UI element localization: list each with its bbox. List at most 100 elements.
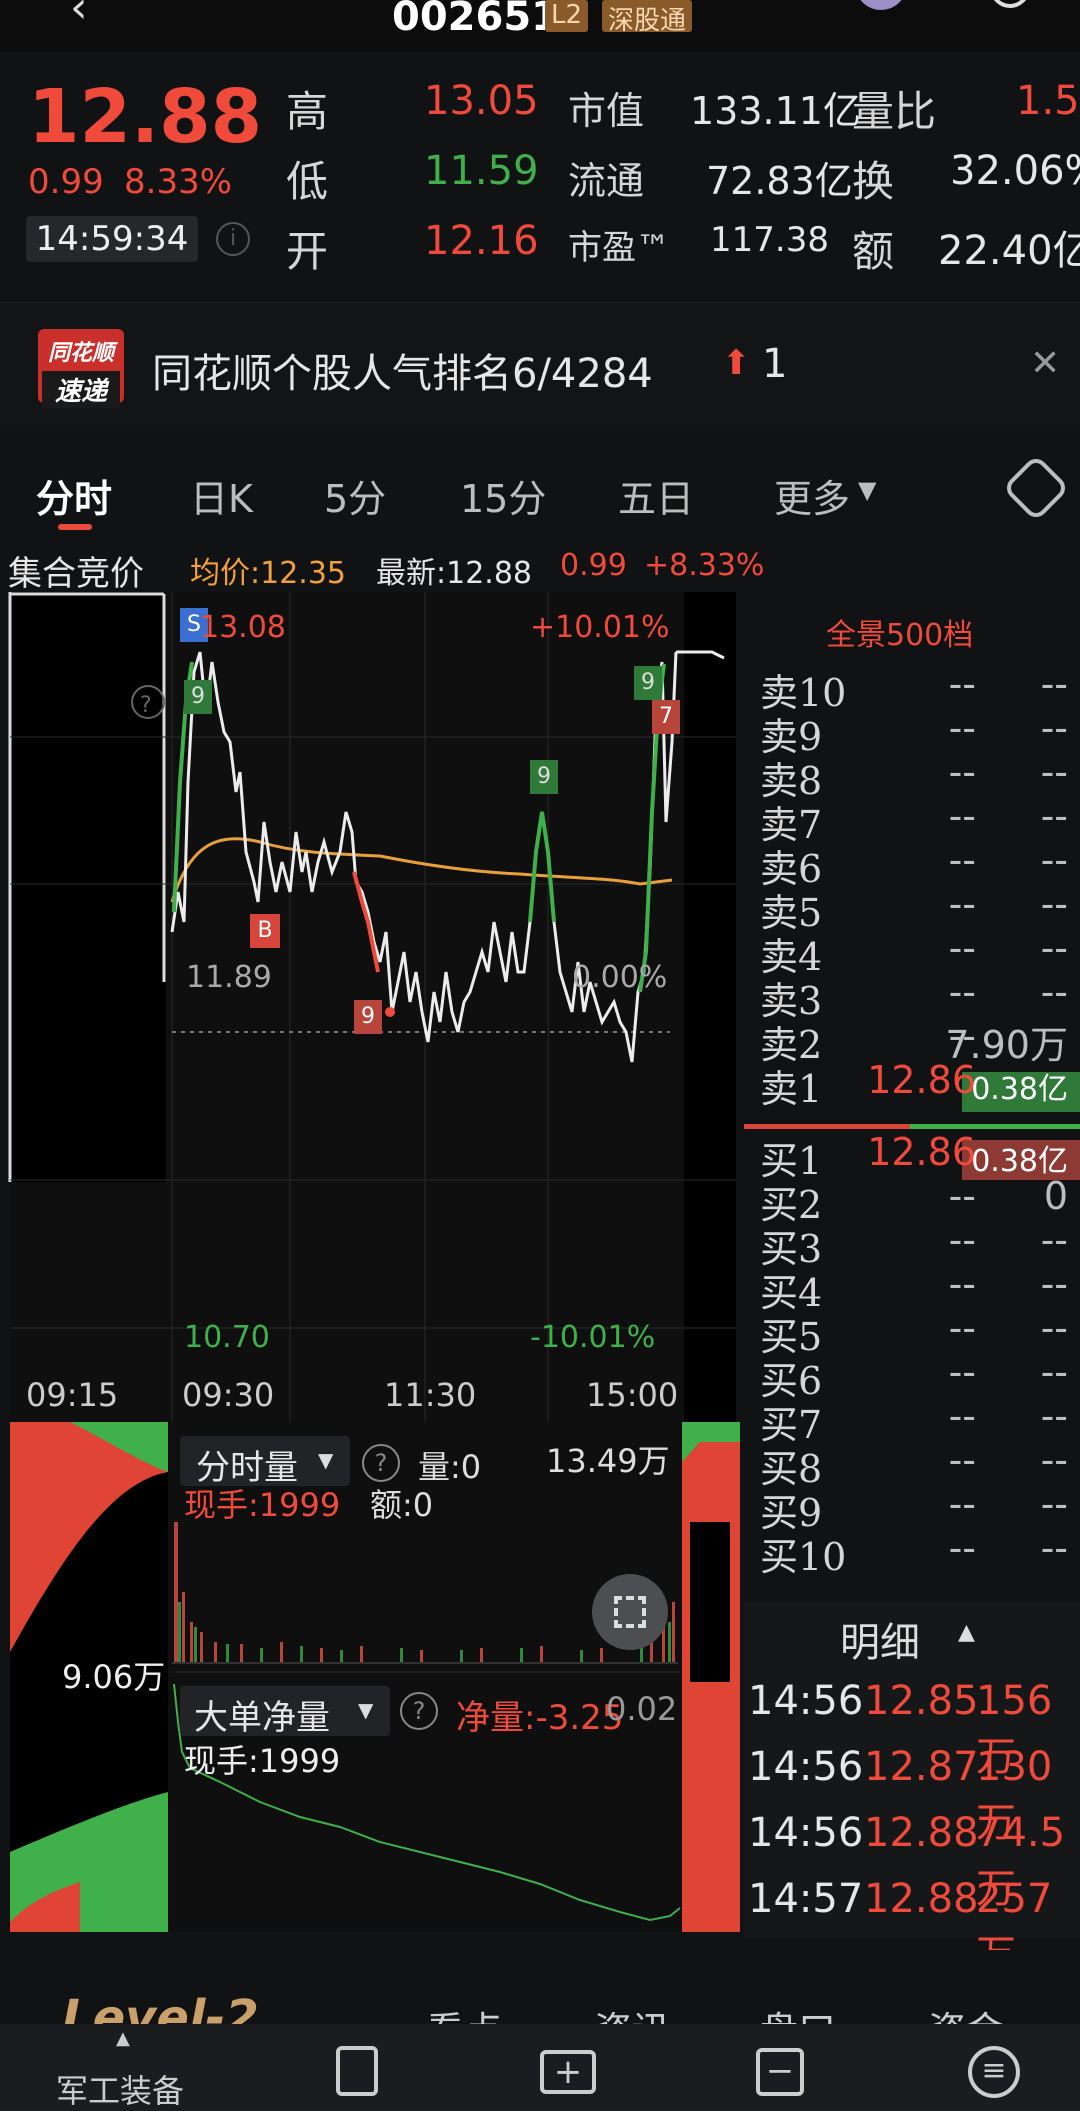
volratio-label: 量比 (852, 87, 937, 136)
level-price: -- (948, 1482, 976, 1526)
auction-label: 集合竞价 (8, 554, 144, 594)
menu-icon[interactable]: ≡ (968, 2046, 1020, 2098)
tick-time: 14:56 (748, 1810, 864, 1856)
bids-row[interactable]: 买7 -- -- (760, 1394, 1080, 1447)
tab-5min[interactable]: 5分 (324, 468, 386, 523)
signal-marker-9[interactable]: 9 (184, 680, 212, 714)
bids-row[interactable]: 买6 -- -- (760, 1350, 1080, 1403)
mcap-value: 133.11亿 (690, 89, 861, 133)
top-bar: ‹ 002651 L2 深股通 (0, 0, 1080, 52)
level-price: -- (948, 1394, 976, 1438)
ticks-title[interactable]: 明细 (840, 1610, 920, 1668)
sector-label[interactable]: 军工装备 (56, 2066, 184, 2111)
tick-time: 14:56 (748, 1678, 864, 1724)
high-label: 高 (286, 87, 329, 136)
tick-row: 14:56 12.87 130万 (748, 1744, 1080, 1846)
close-icon[interactable]: ✕ (1030, 343, 1060, 384)
asks-row[interactable]: 卖7 -- -- (760, 794, 1080, 847)
tab-daily[interactable]: 日K (190, 468, 253, 523)
volume-max: 13.49万 (546, 1442, 670, 1480)
asks-row[interactable]: 卖1 12.86 0.38亿 (760, 1058, 1080, 1111)
search-icon[interactable] (990, 0, 1030, 8)
level-volume: -- (1040, 838, 1068, 882)
time-label: 09:15 (26, 1376, 119, 1414)
settings-icon[interactable] (1002, 454, 1070, 522)
level-price: -- (948, 1218, 976, 1262)
popularity-banner[interactable]: 同花顺 速递 同花顺个股人气排名6/4284 ⬆ 1 ✕ (0, 302, 1080, 428)
asks-row[interactable]: 卖8 -- -- (760, 750, 1080, 803)
bids-row[interactable]: 买4 -- -- (760, 1262, 1080, 1315)
avatar[interactable] (855, 0, 907, 10)
dropdown-icon[interactable]: ▼ (358, 1698, 373, 1722)
svg-text:?: ? (140, 693, 152, 718)
level-label: 卖1 (760, 1067, 823, 1111)
signal-marker-9[interactable]: 9 (354, 1000, 382, 1034)
signal-marker-b[interactable]: B (250, 914, 280, 948)
stock-code: 002651 (392, 0, 559, 40)
asks-row[interactable]: 卖5 -- -- (760, 882, 1080, 935)
level-volume: -- (1040, 1218, 1068, 1262)
bids-row[interactable]: 买9 -- -- (760, 1482, 1080, 1535)
signal-marker-7[interactable]: 7 (652, 700, 680, 734)
level-price: -- (948, 1350, 976, 1394)
chevron-down-icon[interactable]: ▼ (858, 476, 876, 504)
info-icon[interactable]: i (216, 222, 250, 256)
dropdown-icon[interactable]: ▼ (318, 1448, 333, 1472)
asks-row[interactable]: 卖2 -- 7.90万 (760, 1014, 1080, 1067)
tick-time: 14:56 (748, 1744, 864, 1790)
level-volume: -- (1040, 1394, 1068, 1438)
period-tabs: 分时 日K 5分 15分 五日 更多 ▼ (0, 440, 1080, 540)
notes-icon[interactable] (336, 2046, 378, 2096)
bids-row[interactable]: 买10 -- -- (760, 1526, 1080, 1579)
bigorder-right: 0.02 (606, 1690, 678, 1728)
minus-icon[interactable]: − (756, 2048, 804, 2096)
tab-intraday[interactable]: 分时 (36, 468, 112, 523)
asks-row[interactable]: 卖4 -- -- (760, 926, 1080, 979)
chevron-up-icon[interactable]: ▲ (958, 1620, 975, 1645)
turnover-value: 32.06% (950, 148, 1080, 194)
last-price: 12.88 (28, 74, 263, 160)
signal-marker-9[interactable]: 9 (634, 666, 662, 700)
level-price: -- (948, 1262, 976, 1306)
tick-price: 12.88 (864, 1810, 979, 1856)
tab-5day[interactable]: 五日 (618, 468, 694, 523)
asks-row[interactable]: 卖3 -- -- (760, 970, 1080, 1023)
level-volume: -- (1040, 1526, 1068, 1570)
asks-row[interactable]: 卖10 -- -- (760, 662, 1080, 715)
asks-row[interactable]: 卖9 -- -- (760, 706, 1080, 759)
signal-marker-9[interactable]: 9 (530, 760, 558, 794)
bids-row[interactable]: 买1 12.86 0.38亿 (760, 1130, 1080, 1183)
axis-pct-low: -10.01% (530, 1320, 656, 1355)
volume-amount: 额:0 (370, 1486, 434, 1524)
bids-row[interactable]: 买3 -- -- (760, 1218, 1080, 1271)
orderbook-title[interactable]: 全景500档 (826, 610, 973, 654)
latest-price-label: 最新:12.88 (376, 556, 532, 591)
level-price: -- (948, 794, 976, 838)
asks-row[interactable]: 卖6 -- -- (760, 838, 1080, 891)
tick-time: 14:57 (748, 1876, 864, 1922)
tick-row: 14:56 12.88 74.5万 (748, 1810, 1080, 1912)
add-watchlist-icon[interactable]: + (540, 2050, 596, 2094)
level-price: -- (948, 882, 976, 926)
rank-change: 1 (762, 341, 788, 387)
banner-text: 同花顺个股人气排名6/4284 (152, 351, 653, 397)
price-change: 0.99 (28, 162, 104, 202)
tab-15min[interactable]: 15分 (460, 468, 546, 523)
level-volume: -- (1040, 882, 1068, 926)
help-icon[interactable]: ? (400, 1692, 438, 1730)
bids-row[interactable]: 买2 -- 0 (760, 1174, 1080, 1227)
bids-row[interactable]: 买8 -- -- (760, 1438, 1080, 1491)
back-icon[interactable]: ‹ (70, 0, 88, 33)
tab-more[interactable]: 更多 (774, 468, 850, 523)
level-volume: -- (1040, 1438, 1068, 1482)
level-volume: -- (1040, 1350, 1068, 1394)
help-icon[interactable]: ? (362, 1444, 400, 1482)
tick-price: 12.88 (864, 1876, 979, 1922)
avg-price-label: 均价:12.35 (190, 556, 346, 591)
level-price: -- (948, 1526, 976, 1570)
level-volume: -- (1040, 1262, 1068, 1306)
low-label: 低 (286, 157, 329, 206)
bids-row[interactable]: 买5 -- -- (760, 1306, 1080, 1359)
amount-label: 额 (852, 227, 895, 276)
volratio-value: 1.52 (1016, 78, 1080, 124)
